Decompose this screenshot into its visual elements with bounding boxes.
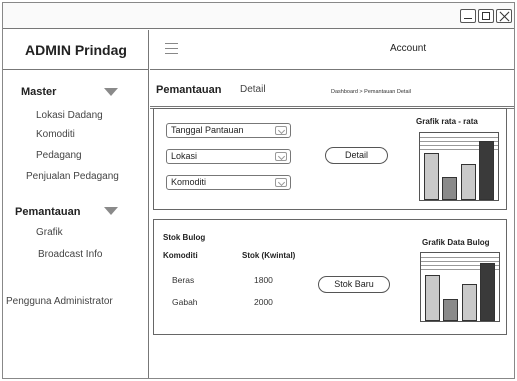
chart-bar [462,284,477,321]
chart-bar [461,164,476,200]
sidebar-item-penjualan-pedagang[interactable]: Penjualan Pedagang [26,171,119,182]
average-chart [419,132,499,201]
minimize-icon[interactable] [460,9,476,23]
table-cell: Beras [172,275,195,285]
dropdown-arrow-icon[interactable] [275,178,287,187]
sidebar-item-komoditi[interactable]: Komoditi [36,129,75,140]
gridline [421,261,499,262]
chart-bar [424,153,439,200]
app-brand: ADMIN Prindag [3,30,149,70]
stok-panel: Stok Bulog Komoditi Stok (Kwintal) Beras… [153,219,507,335]
select-value: Lokasi [171,151,198,161]
sidebar: ADMIN Prindag Master Lokasi Dadang Komod… [3,30,149,378]
chart-bar [443,299,458,321]
tab-detail[interactable]: Detail [240,84,266,95]
stok-baru-button[interactable]: Stok Baru [318,276,390,293]
detail-button[interactable]: Detail [325,147,388,164]
lokasi-select[interactable]: Lokasi [166,149,291,164]
table-cell: Gabah [172,297,198,307]
chart-bar [442,177,457,200]
chart-title: Grafik Data Bulog [422,238,490,247]
sidebar-item-broadcast-info[interactable]: Broadcast Info [38,249,102,260]
sidebar-section-master[interactable]: Master [21,86,56,98]
column-header-komoditi: Komoditi [163,251,198,260]
sidebar-item-pengguna-administrator[interactable]: Pengguna Administrator [6,296,113,307]
sidebar-section-pemantauan[interactable]: Pemantauan [15,206,80,218]
account-link[interactable]: Account [390,43,426,54]
select-value: Komoditi [171,177,207,187]
gridline [420,137,498,138]
hamburger-icon[interactable] [165,43,178,54]
stok-title: Stok Bulog [163,233,206,242]
filter-panel: Tanggal Pantauan Lokasi Komoditi Detail … [153,108,507,210]
sidebar-item-grafik[interactable]: Grafik [36,227,63,238]
sidebar-item-lokasi-dadang[interactable]: Lokasi Dadang [36,110,103,121]
close-icon[interactable] [496,9,512,23]
column-header-stok: Stok (Kwintal) [242,251,296,260]
page-title: Pemantauan [156,84,222,96]
page-header: Pemantauan Detail Dashboard > Pemantauan… [150,71,514,109]
gridline [421,257,499,258]
select-value: Tanggal Pantauan [171,125,244,135]
dropdown-arrow-icon[interactable] [275,152,287,161]
chart-bar [479,141,494,200]
top-header: Account [150,30,514,70]
dropdown-arrow-icon[interactable] [275,126,287,135]
tanggal-pantauan-select[interactable]: Tanggal Pantauan [166,123,291,138]
window-titlebar [3,3,514,29]
chevron-down-icon[interactable] [104,88,118,96]
bulog-chart [420,252,500,322]
chart-title: Grafik rata - rata [416,117,478,126]
chart-bar [480,263,495,321]
sidebar-item-pedagang[interactable]: Pedagang [36,150,82,161]
maximize-icon[interactable] [478,9,494,23]
table-cell: 2000 [254,297,273,307]
chevron-down-icon[interactable] [104,207,118,215]
breadcrumb[interactable]: Dashboard > Pemantauan Detail [331,89,411,95]
table-cell: 1800 [254,275,273,285]
chart-bar [425,275,440,321]
komoditi-select[interactable]: Komoditi [166,175,291,190]
